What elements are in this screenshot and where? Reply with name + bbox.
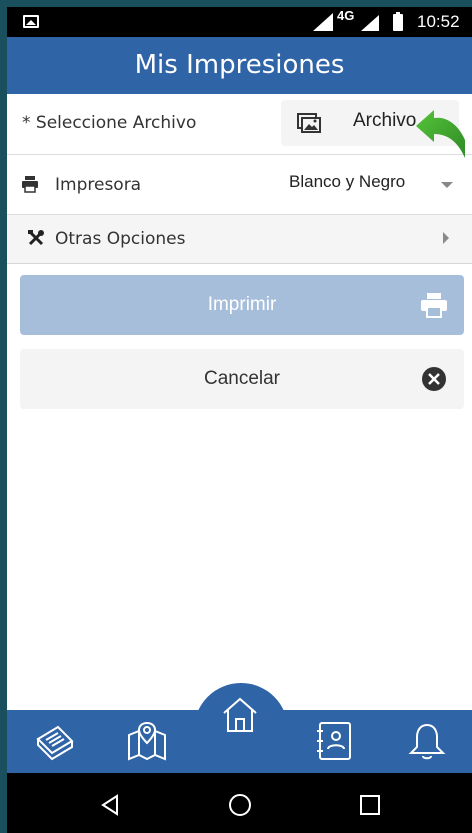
select-file-button-label: Archivo bbox=[353, 110, 417, 131]
print-button[interactable]: Imprimir bbox=[20, 275, 464, 335]
printer-row[interactable]: Impresora Blanco y Negro bbox=[7, 155, 472, 215]
other-options-row[interactable]: Otras Opciones bbox=[7, 215, 472, 264]
page-title: Mis Impresiones bbox=[7, 37, 472, 94]
image-notification-icon bbox=[23, 15, 39, 28]
contacts-icon[interactable] bbox=[312, 719, 356, 763]
printer-icon bbox=[421, 293, 447, 318]
cell-signal-icon bbox=[361, 15, 379, 31]
printer-icon bbox=[22, 176, 38, 193]
news-icon[interactable] bbox=[32, 719, 76, 763]
recent-apps-icon[interactable] bbox=[358, 793, 382, 817]
printer-select-value[interactable]: Blanco y Negro bbox=[289, 172, 405, 192]
network-type: 4G bbox=[337, 8, 355, 23]
file-select-row: * Seleccione Archivo Archivo bbox=[7, 94, 472, 155]
home-icon[interactable] bbox=[218, 693, 262, 737]
bell-icon[interactable] bbox=[405, 719, 449, 763]
cancel-button[interactable]: Cancelar bbox=[20, 349, 464, 409]
map-icon[interactable] bbox=[125, 719, 169, 763]
picture-icon bbox=[297, 113, 321, 133]
status-time: 10:52 bbox=[417, 12, 460, 31]
android-home-icon[interactable] bbox=[228, 793, 252, 817]
other-options-label: Otras Opciones bbox=[55, 229, 186, 249]
battery-icon bbox=[393, 12, 403, 31]
tools-icon bbox=[28, 230, 44, 246]
signal-icon bbox=[313, 13, 333, 31]
printer-label: Impresora bbox=[55, 175, 142, 195]
status-bar: 4G 10:52 bbox=[7, 7, 472, 37]
pointer-arrow-icon bbox=[416, 110, 465, 158]
chevron-right-icon bbox=[443, 232, 449, 244]
close-icon bbox=[422, 367, 446, 391]
chevron-down-icon[interactable] bbox=[441, 182, 453, 188]
app-frame: 4G 10:52 Mis Impresiones * Seleccione Ar… bbox=[7, 7, 472, 833]
print-button-label: Imprimir bbox=[207, 294, 277, 315]
back-icon[interactable] bbox=[99, 793, 123, 817]
android-nav-bar bbox=[7, 773, 472, 833]
file-select-label: * Seleccione Archivo bbox=[22, 113, 197, 133]
cancel-button-label: Cancelar bbox=[203, 368, 281, 389]
